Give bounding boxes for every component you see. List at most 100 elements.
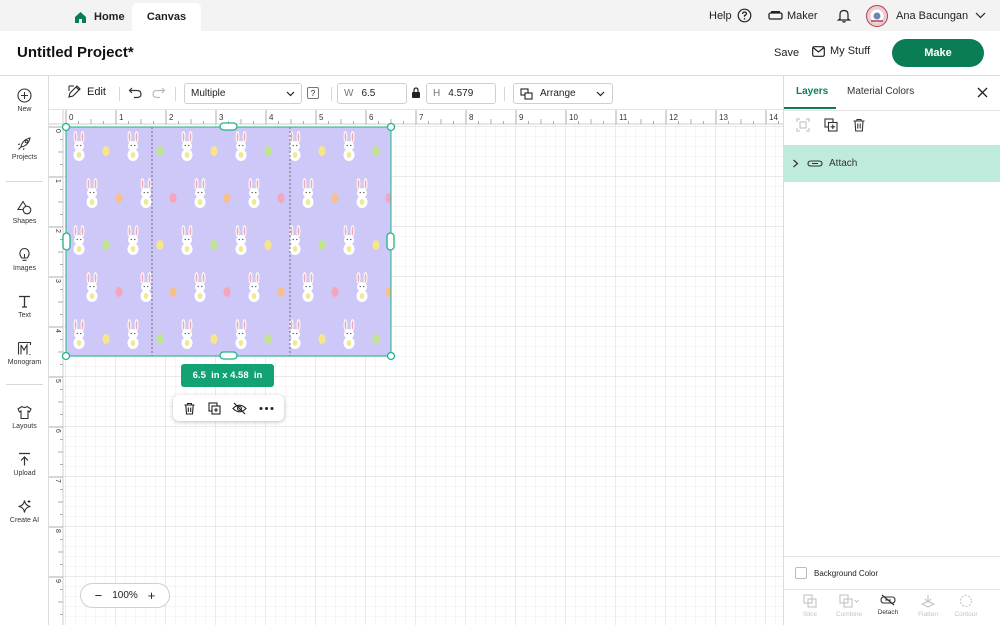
design-canvas[interactable]: 0 1 2 3 4 5 6 7 8 9 10 11 12 13 14 0 1 2 3 4 5 6 7 8 9 6.5 in x … [49, 110, 783, 625]
sidebar-item-new[interactable]: New [0, 88, 49, 113]
avatar [866, 4, 888, 27]
background-color-checkbox[interactable] [795, 567, 807, 579]
egg-motif [169, 193, 177, 203]
active-tab-indicator [784, 107, 836, 109]
help-button[interactable]: Help [709, 0, 752, 31]
project-bar: Untitled Project* Save My Stuff Make [0, 31, 1000, 76]
edit-label: Edit [87, 85, 106, 98]
my-stuff-button[interactable]: My Stuff [812, 45, 870, 57]
sidebar-item-projects[interactable]: Projects [0, 136, 49, 161]
canvas-grid[interactable]: 0 1 2 3 4 5 6 7 8 9 10 11 12 13 140123456789 [49, 110, 783, 625]
upload-icon [19, 452, 30, 466]
ruler-label-top: 2 [169, 113, 174, 122]
sidebar-item-create-ai[interactable]: Create AI [0, 499, 49, 524]
egg-motif [115, 287, 123, 297]
zoom-control: − 100% + [80, 583, 170, 608]
notifications-button[interactable] [837, 0, 851, 31]
maker-label: Maker [787, 9, 818, 22]
more-options-icon[interactable] [259, 406, 274, 411]
sidebar-item-label: Layouts [12, 423, 37, 430]
sidebar-item-label: New [17, 106, 32, 113]
height-label: H [433, 88, 441, 99]
mail-icon [812, 45, 825, 57]
egg-motif [210, 334, 218, 344]
sidebar-item-upload[interactable]: Upload [0, 452, 49, 477]
lock-icon[interactable] [411, 87, 421, 99]
ruler-label-left: 0 [54, 129, 61, 133]
edit-pencil-icon [68, 85, 81, 98]
home-icon [75, 11, 86, 23]
background-color-label: Background Color [814, 568, 879, 578]
flatten-button[interactable]: Flatten [908, 594, 948, 618]
ruler-label-top: 0 [69, 113, 74, 122]
bell-icon [837, 9, 851, 23]
ruler-label-top: 14 [769, 113, 778, 122]
undo-icon[interactable] [128, 86, 143, 100]
tab-layers[interactable]: Layers [796, 86, 828, 97]
duplicate-icon[interactable] [208, 401, 221, 415]
egg-motif [331, 193, 339, 203]
quick-actions-menu [173, 395, 284, 421]
save-button[interactable]: Save [774, 47, 799, 59]
duplicate-icon[interactable] [824, 118, 838, 132]
width-field[interactable]: W 6.5 [337, 83, 407, 104]
sidebar-item-monogram[interactable]: Monogram [0, 341, 49, 366]
toolbar-divider [175, 87, 176, 101]
tab-home[interactable]: Home [74, 3, 125, 31]
ruler-label-top: 13 [719, 113, 728, 122]
egg-motif [115, 193, 123, 203]
ruler-label-top: 6 [369, 113, 374, 122]
arrange-dropdown[interactable]: Arrange [513, 83, 613, 104]
hide-eye-icon[interactable] [232, 402, 248, 415]
redo-icon[interactable] [151, 86, 166, 100]
ruler-label-top: 3 [219, 113, 224, 122]
easter-bunny-pattern-image[interactable] [66, 127, 422, 356]
user-menu[interactable]: Ana Bacungan [866, 0, 986, 31]
egg-motif [372, 240, 380, 250]
edit-button[interactable]: Edit [67, 84, 106, 99]
height-field[interactable]: H 4.579 [426, 83, 496, 104]
combine-button[interactable]: Combine [829, 594, 869, 618]
operation-help-button[interactable]: ? [307, 87, 319, 99]
contour-label: Contour [954, 611, 978, 618]
layer-item-attach[interactable]: Attach [784, 145, 1000, 182]
make-button[interactable]: Make [892, 39, 984, 67]
ruler-label-left: 4 [54, 329, 61, 333]
trash-icon[interactable] [852, 118, 866, 132]
left-ruler [49, 110, 63, 625]
my-stuff-label: My Stuff [830, 45, 871, 57]
tab-material-colors[interactable]: Material Colors [847, 86, 914, 97]
ruler-label-top: 12 [669, 113, 678, 122]
egg-motif [277, 193, 285, 203]
sidebar-item-images[interactable]: Images [0, 247, 49, 272]
sidebar-item-text[interactable]: Text [0, 294, 49, 319]
arrange-icon [520, 87, 533, 100]
sidebar-item-shapes[interactable]: Shapes [0, 200, 49, 225]
ruler-label-left: 3 [54, 279, 61, 283]
slice-button[interactable]: Slice [790, 594, 830, 618]
detach-button[interactable]: Detach [868, 594, 908, 616]
operation-select[interactable]: Multiple [184, 83, 302, 104]
toolbar-divider [504, 87, 505, 101]
egg-motif [372, 334, 380, 344]
zoom-out-button[interactable]: − [95, 588, 103, 603]
egg-motif [102, 240, 110, 250]
close-icon[interactable] [977, 87, 988, 98]
sidebar-item-layouts[interactable]: Layouts [0, 405, 49, 430]
tab-canvas[interactable]: Canvas [132, 3, 201, 31]
left-sidebar: New Projects Shapes Images Text Monogram… [0, 76, 49, 625]
shirt-icon [17, 405, 32, 420]
group-icon[interactable] [796, 118, 810, 132]
maker-machine-button[interactable]: Maker [768, 0, 818, 31]
width-value: 6.5 [361, 88, 376, 99]
arrange-label: Arrange [540, 88, 576, 99]
toolbar-divider [331, 87, 332, 101]
egg-motif [223, 193, 231, 203]
zoom-in-button[interactable]: + [148, 588, 156, 603]
chevron-right-icon[interactable] [792, 159, 799, 168]
trash-icon[interactable] [183, 402, 196, 415]
sparkle-icon [18, 500, 31, 513]
contour-button[interactable]: Contour [946, 594, 986, 618]
sidebar-item-label: Monogram [7, 359, 42, 366]
egg-motif [318, 240, 326, 250]
